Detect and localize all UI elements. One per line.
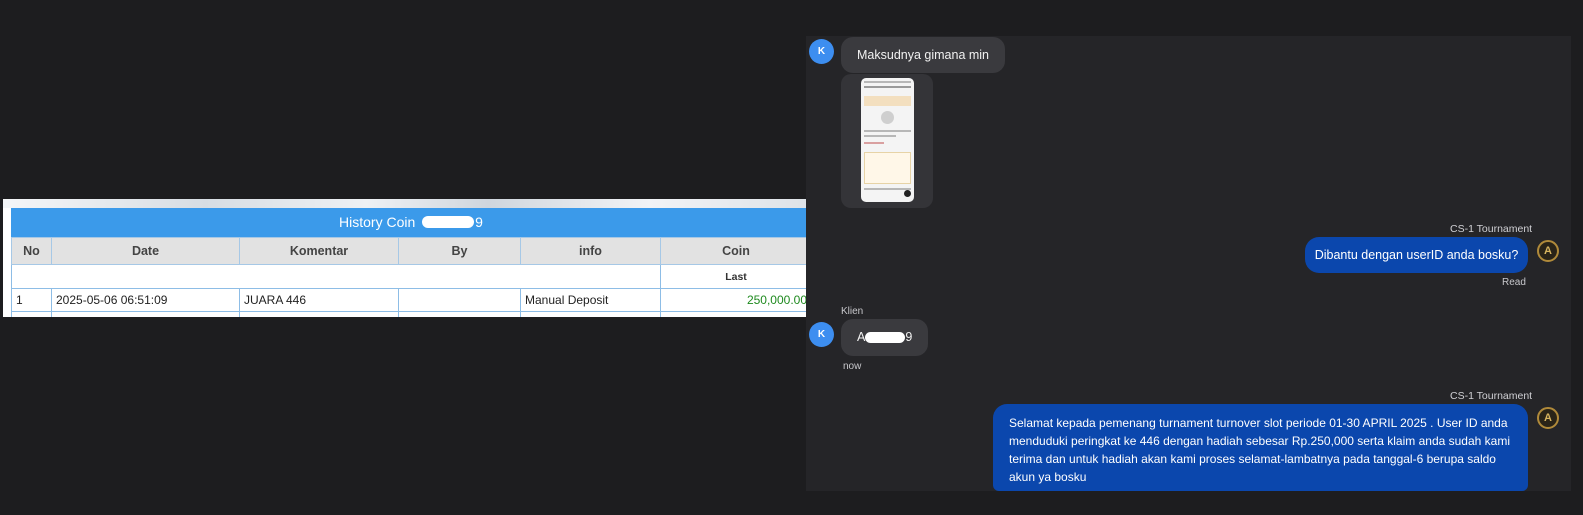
message-text-suffix: 9: [905, 330, 913, 344]
history-coin-panel: History Coin 9 No Date Komentar By info …: [3, 199, 811, 317]
read-status: Read: [1502, 277, 1526, 288]
last-sub-header-row: Last: [11, 264, 811, 289]
redacted-userid-block: [865, 331, 906, 343]
message-text: Selamat kepada pemenang turnament turnov…: [1009, 416, 1510, 484]
empty-cell: [11, 264, 661, 289]
cell-coin: 250,000.00: [660, 288, 811, 312]
message-text: Maksudnya gimana min: [857, 48, 990, 62]
agent-logo-avatar: A: [1537, 240, 1559, 262]
message-text-prefix: A: [857, 330, 866, 344]
history-title-bar: History Coin 9: [11, 208, 811, 237]
outgoing-message-bubble: Selamat kepada pemenang turnament turnov…: [993, 404, 1528, 491]
column-header-by[interactable]: By: [398, 237, 521, 265]
map-background-strip: [3, 199, 811, 208]
customer-avatar: K: [809, 39, 834, 64]
message-text: Dibantu dengan userID anda bosku?: [1314, 248, 1519, 262]
table-header-row: No Date Komentar By info Coin: [11, 237, 811, 265]
agent-name-label: CS-1 Tournament: [1450, 390, 1533, 402]
history-table: No Date Komentar By info Coin Last 1 202…: [11, 237, 811, 317]
image-attachment-bubble[interactable]: [841, 74, 933, 208]
last-label: Last: [660, 264, 811, 289]
cell-by: [398, 288, 521, 312]
cell-date: 2025-05-06 06:51:09: [51, 288, 240, 312]
redacted-username-block: [422, 216, 475, 229]
column-header-info[interactable]: info: [520, 237, 661, 265]
profile-placeholder-icon: [881, 111, 894, 124]
history-title-prefix: History Coin: [339, 214, 420, 230]
outgoing-message-bubble: Dibantu dengan userID anda bosku?: [1305, 237, 1528, 273]
screenshot-thumbnail[interactable]: [861, 78, 914, 202]
incoming-message-bubble: A9: [841, 319, 928, 356]
cell-no: 1: [11, 288, 52, 312]
message-timestamp: now: [843, 361, 862, 372]
send-dot-icon: [904, 190, 911, 197]
sender-label: Klien: [841, 306, 864, 317]
incoming-message-bubble: Maksudnya gimana min: [841, 37, 1006, 73]
table-row: [11, 311, 811, 317]
cell-komentar: JUARA 446: [239, 288, 399, 312]
history-title-suffix: 9: [475, 214, 483, 230]
customer-avatar: K: [809, 322, 834, 347]
agent-name-label: CS-1 Tournament: [1450, 223, 1533, 235]
column-header-coin[interactable]: Coin: [660, 237, 811, 265]
column-header-no[interactable]: No: [11, 237, 52, 265]
table-row[interactable]: 1 2025-05-06 06:51:09 JUARA 446 Manual D…: [11, 288, 811, 312]
column-header-komentar[interactable]: Komentar: [239, 237, 399, 265]
chat-panel: K Maksudnya gimana min CS-1 Tournament D…: [806, 36, 1571, 491]
column-header-date[interactable]: Date: [51, 237, 240, 265]
cell-info: Manual Deposit: [520, 288, 661, 312]
agent-logo-avatar: A: [1537, 407, 1559, 429]
